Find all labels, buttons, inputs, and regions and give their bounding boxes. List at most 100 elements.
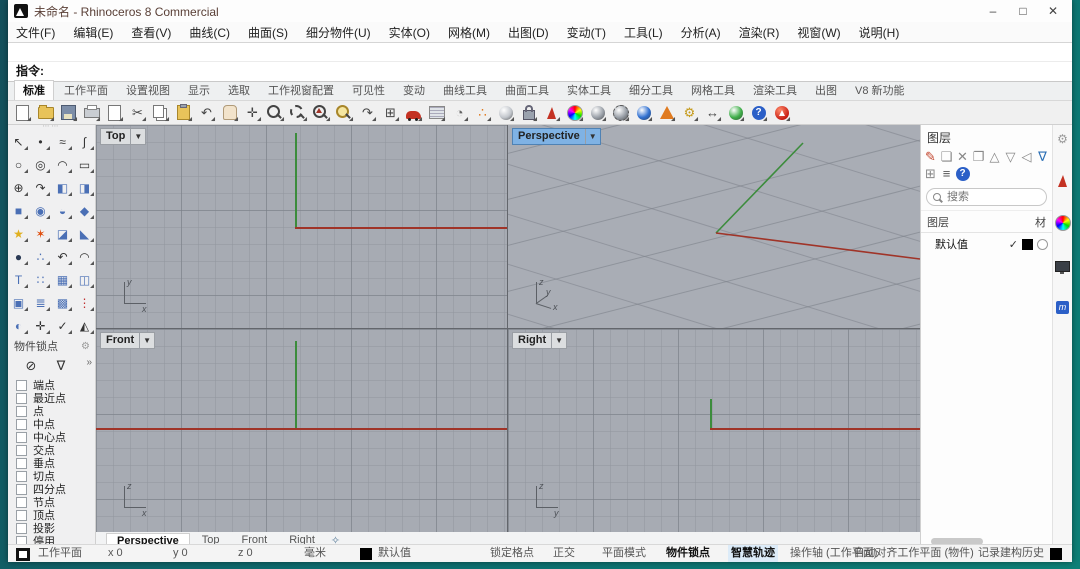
viewport-front[interactable]: Front ▼ z x (96, 329, 507, 532)
menu-view[interactable]: 查看(V) (131, 24, 171, 41)
cplane-swatch[interactable] (16, 548, 30, 565)
layer-material-icon[interactable] (1037, 238, 1048, 250)
polygon-button[interactable]: ⊕ (8, 176, 30, 199)
pan-button[interactable] (219, 103, 240, 123)
tab-set-view[interactable]: 设置视图 (118, 81, 178, 100)
command-area[interactable]: 指令: (8, 42, 1072, 82)
align-button[interactable]: ✛ (30, 314, 52, 337)
fillet-edge-button[interactable]: ◪ (52, 222, 74, 245)
osnap-checkbox-center[interactable] (16, 431, 27, 443)
menu-help[interactable]: 说明(H) (859, 24, 900, 41)
osnap-checkbox-project[interactable] (16, 522, 27, 534)
viewport-top-label[interactable]: Top (101, 129, 130, 144)
move-up-button[interactable]: △ (987, 149, 1002, 164)
chamfer-edge-button[interactable]: ◣ (74, 222, 96, 245)
sphere-outline-button[interactable]: ◭ (74, 314, 96, 337)
layer-help-button[interactable] (955, 166, 970, 181)
box-button[interactable]: ■ (8, 199, 30, 222)
undo-button[interactable]: ↶ (196, 103, 217, 123)
display-tab[interactable] (1054, 215, 1071, 231)
toggle-ortho[interactable]: 正交 (553, 545, 575, 562)
toggle-smarttrack[interactable]: 智慧轨迹 (728, 545, 778, 562)
boolean-difference-button[interactable]: ● (8, 245, 30, 268)
print-button[interactable] (81, 103, 102, 123)
title-bar[interactable]: 未命名 - Rhinoceros 8 Commercial – □ ✕ (8, 0, 1072, 22)
menu-window[interactable]: 视窗(W) (797, 24, 840, 41)
tab-cplane[interactable]: 工作平面 (56, 81, 116, 100)
print-preview-button[interactable] (426, 103, 447, 123)
viewport-front-title-chip[interactable]: Front ▼ (100, 332, 156, 349)
osnap-disable-button[interactable]: ⊘ (20, 357, 42, 375)
pan-circle-button[interactable]: ◔ (449, 103, 470, 123)
text-button[interactable]: T (8, 268, 30, 291)
new-layer-button[interactable]: ✎ (923, 149, 938, 164)
check-select-button[interactable]: ✓ (52, 314, 74, 337)
copy-button[interactable] (150, 103, 171, 123)
osnap-checkbox-vertex[interactable] (16, 509, 27, 521)
tab-select[interactable]: 选取 (220, 81, 258, 100)
earth-button[interactable] (725, 103, 746, 123)
curve-control-points-button[interactable]: ∫ (74, 130, 96, 153)
tab-visibility[interactable]: 可见性 (344, 81, 393, 100)
menu-subd[interactable]: 细分物件(U) (306, 24, 371, 41)
flag-button[interactable] (541, 103, 562, 123)
minimize-button[interactable]: – (978, 1, 1008, 21)
zoom-window-button[interactable] (288, 103, 309, 123)
rotate-view-button[interactable]: ✛ (242, 103, 263, 123)
tab-render-tools[interactable]: 渲染工具 (745, 81, 805, 100)
surface-plane-button[interactable]: ◧ (52, 176, 74, 199)
arc-button[interactable]: ◠ (52, 153, 74, 176)
osnap-item-near[interactable]: 最近点 (16, 392, 96, 405)
toggle-grid-snap[interactable]: 锁定格点 (490, 545, 534, 562)
viewport-perspective-title-chip[interactable]: Perspective ▼ (512, 128, 601, 145)
hatch-button[interactable]: ≣ (30, 291, 52, 314)
filter-button[interactable] (1050, 548, 1062, 565)
menu-analyze[interactable]: 分析(A) (681, 24, 721, 41)
surface-loft-button[interactable]: ◨ (74, 176, 96, 199)
panel-options-gear-icon[interactable]: ⚙ (1055, 131, 1071, 147)
open-file-button[interactable] (35, 103, 56, 123)
tab-transform[interactable]: 变动 (395, 81, 433, 100)
toggle-history[interactable]: 记录建构历史 (978, 545, 1044, 562)
osnap-item-perpendicular[interactable]: 垂点 (16, 457, 96, 470)
osnap-checkbox-knot[interactable] (16, 496, 27, 508)
duplicate-layer-button[interactable]: ❐ (971, 149, 986, 164)
tab-viewport-layout[interactable]: 工作视窗配置 (260, 81, 342, 100)
osnap-checkbox-tangent[interactable] (16, 470, 27, 482)
close-button[interactable]: ✕ (1038, 1, 1068, 21)
command-prompt[interactable]: 指令: (8, 62, 1072, 81)
column-button[interactable]: ⋮ (74, 291, 96, 314)
layer-material-column[interactable]: 材 (1035, 214, 1046, 230)
layer-color-swatch[interactable] (1022, 238, 1033, 250)
layer-row[interactable]: 默认值 ✓ (921, 233, 1052, 255)
menu-solid[interactable]: 实体(O) (389, 24, 430, 41)
undo-view-change-button[interactable]: ↷ (357, 103, 378, 123)
zoom-dynamic-button[interactable] (265, 103, 286, 123)
move-down-button[interactable]: ▽ (1003, 149, 1018, 164)
options-gears-button[interactable]: ⚙ (679, 103, 700, 123)
tab-mesh-tools[interactable]: 网格工具 (683, 81, 743, 100)
tab-solid-tools[interactable]: 实体工具 (559, 81, 619, 100)
circle-button[interactable]: ○ (8, 153, 30, 176)
new-file-button[interactable] (12, 103, 33, 123)
mirror-button[interactable]: ◐ (8, 314, 30, 337)
toggle-auto-cplane[interactable]: ⌂ 自动对齐工作平面 (物件) (846, 545, 974, 562)
dimension-button[interactable]: ↔ (702, 103, 723, 123)
menu-file[interactable]: 文件(F) (16, 24, 55, 41)
current-layer-menu[interactable]: 默认值 (378, 545, 411, 562)
cplane-menu[interactable]: 工作平面 (38, 545, 82, 562)
menu-transform[interactable]: 变动(T) (567, 24, 606, 41)
osnap-checkbox-mid[interactable] (16, 418, 27, 430)
subd-box-button[interactable]: ▣ (8, 291, 30, 314)
sphere-button[interactable]: ◉ (30, 199, 52, 222)
toggle-planar[interactable]: 平面模式 (602, 545, 646, 562)
osnap-checkbox-perpendicular[interactable] (16, 457, 27, 469)
layer-search-box[interactable] (926, 188, 1047, 206)
osnap-item-center[interactable]: 中心点 (16, 431, 96, 444)
move-left-button[interactable]: ◁ (1019, 149, 1034, 164)
helix-button[interactable]: ↷ (30, 176, 52, 199)
layer-filter-button[interactable]: ∇ (1035, 149, 1050, 164)
menu-mesh[interactable]: 网格(M) (448, 24, 490, 41)
viewport-right-label[interactable]: Right (513, 333, 551, 348)
zoom-selected-button[interactable] (311, 103, 332, 123)
